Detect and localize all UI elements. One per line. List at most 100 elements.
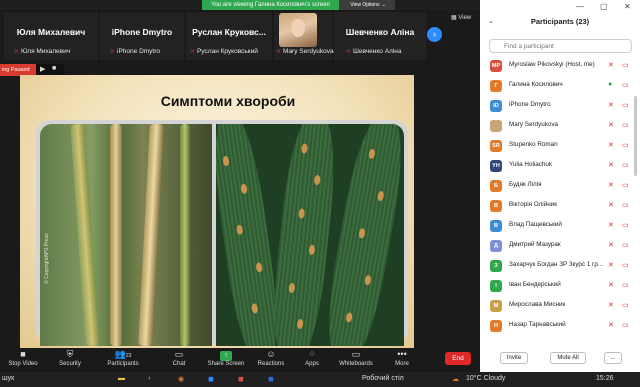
participant-row[interactable]: MP Myroslaw Pikovskyi (Host, me) ✕ ▭ [480,58,640,78]
mic-muted-icon[interactable]: ✕ [608,161,614,169]
share-banner: You are viewing Галина Косилович's scree… [202,0,339,10]
gallery-tile[interactable]: Шевченко Аліна ✕ Шевченко Аліна [334,12,426,60]
more-toolbar-button[interactable]: ••• More [379,349,425,367]
scrollbar[interactable] [634,96,637,176]
mic-muted-icon[interactable]: ✕ [608,261,614,269]
clock[interactable]: 15:26 [596,375,614,382]
video-off-icon[interactable]: ▭ [622,261,629,269]
mute-all-button[interactable]: Mute All [550,352,586,364]
video-off-icon[interactable]: ▭ [622,321,629,329]
apps-button[interactable]: ⁘ Apps [289,349,335,367]
participant-row[interactable]: І Іван Бендерський ✕ ▭ [480,278,640,298]
mic-muted-icon[interactable]: ✕ [608,141,614,149]
mic-muted-icon[interactable]: ✕ [608,101,614,109]
whiteboards-button[interactable]: ▭ Whiteboards [333,349,379,367]
participant-row[interactable]: З Захарчук Богдан ЗР 3курс 1 гр... ✕ ▭ [480,258,640,278]
participant-name: Yulia Holiachuk [509,161,553,168]
mic-active-icon[interactable]: ● [608,81,612,88]
zoom-icon[interactable]: ◼ [208,375,214,383]
participant-name: Дмитрий Мазурак [509,241,561,248]
end-button[interactable]: End [445,352,471,365]
invite-button[interactable]: Invite [500,352,528,364]
video-off-icon[interactable]: ▭ [622,121,629,129]
video-off-icon[interactable]: ▭ [622,101,629,109]
gallery-tile[interactable]: iPhone Dmytro ✕ iPhone Dmytro [100,12,184,60]
reactions-label: Reactions [257,361,285,367]
participant-name: Myroslaw Pikovskyi (Host, me) [509,61,595,68]
participant-row[interactable]: Н Назар Тарнавський ✕ ▭ [480,318,640,338]
participant-row[interactable]: Д Дмитрий Мазурак ✕ ▭ [480,238,640,258]
reactions-button[interactable]: ☺ Reactions [248,349,294,367]
video-off-icon[interactable]: ▭ [622,61,629,69]
participants-button[interactable]: 👥23 Participants [100,349,146,367]
minimize-icon[interactable]: — [576,2,584,11]
avatar: Н [490,320,502,332]
folder-icon[interactable]: ▬ [118,375,125,382]
mic-muted-icon[interactable]: ✕ [608,121,614,129]
mic-muted-icon[interactable]: ✕ [608,321,614,329]
chat-label: Chat [172,361,186,367]
video-off-icon[interactable]: ▭ [622,301,629,309]
mic-muted-icon[interactable]: ✕ [608,61,614,69]
participant-row[interactable]: Mary Serdyukova ✕ ▭ [480,118,640,138]
video-off-icon[interactable]: ▭ [622,241,629,249]
weather-label[interactable]: 10°C Cloudy [466,375,505,382]
participant-row[interactable]: YH Yulia Holiachuk ✕ ▭ [480,158,640,178]
gallery-tile[interactable]: Юля Михалевич ✕ Юля Михалевич [4,12,98,60]
whiteboards-label: Whiteboards [339,361,373,367]
video-off-icon[interactable]: ▭ [622,281,629,289]
maximize-icon[interactable]: ▢ [600,2,608,11]
video-off-icon[interactable]: ▭ [622,221,629,229]
search-input[interactable] [489,39,632,53]
stop-video-label: Stop Video [8,361,38,367]
next-page-icon[interactable]: › [427,27,442,42]
avatar: Б [490,180,502,192]
mic-muted-icon[interactable]: ✕ [608,221,614,229]
view-button[interactable]: ▦ View [451,14,471,21]
participant-row[interactable]: Б Будяк Лілія ✕ ▭ [480,178,640,198]
video-off-icon[interactable]: ▭ [622,181,629,189]
video-off-icon[interactable]: ▭ [622,201,629,209]
tile-name: Юля Михалевич [16,27,86,37]
more-button[interactable]: ... [604,352,622,364]
mic-muted-icon[interactable]: ✕ [608,241,614,249]
powerpoint-icon[interactable]: ◼ [238,375,244,383]
chat-button[interactable]: ▭ Chat [156,349,202,367]
edge-icon[interactable]: ◐ [148,375,152,382]
participant-row[interactable]: В Влад Пащевський ✕ ▭ [480,218,640,238]
tile-name: iPhone Dmytro [111,27,173,37]
participant-name: Mary Serdyukova [509,121,558,128]
mic-muted-icon[interactable]: ✕ [608,301,614,309]
participant-row[interactable]: SR Stupenko Roman ✕ ▭ [480,138,640,158]
video-off-icon[interactable]: ▭ [622,81,629,89]
stem [180,124,190,346]
close-icon[interactable]: ✕ [624,2,631,11]
avatar: Д [490,240,502,252]
tile-sub: ✕ Руслан Круковський [190,48,258,55]
play-icon[interactable]: ▶ [40,65,45,73]
mic-muted-icon[interactable]: ✕ [608,181,614,189]
slide-title: Симптоми хвороби [160,93,296,109]
taskbar-search[interactable]: шук [2,375,14,382]
chrome-icon[interactable]: ◉ [178,375,184,383]
mic-muted-icon: ✕ [190,49,196,55]
video-off-icon[interactable]: ▭ [622,141,629,149]
mic-muted-icon[interactable]: ✕ [608,281,614,289]
participant-row[interactable]: М Мирослава Мисник ✕ ▭ [480,298,640,318]
desktop-label[interactable]: Робочий стіл [362,375,404,382]
participant-row[interactable]: Г Галина Косилович ● ▭ [480,78,640,98]
share-screen-button[interactable]: ↑ Share Screen [203,349,249,367]
stop-icon[interactable]: ■ [52,65,56,72]
apps-icon: ⁘ [308,349,316,359]
mic-muted-icon[interactable]: ✕ [608,201,614,209]
gallery-tile[interactable]: Руслан Круковс... ✕ Руслан Круковський [186,12,272,60]
video-off-icon[interactable]: ▭ [622,161,629,169]
stop-video-button[interactable]: ■ Stop Video [0,349,46,367]
view-options-button[interactable]: View Options ⌄ [339,0,395,10]
word-icon[interactable]: ◼ [268,375,274,383]
security-button[interactable]: ⛨ Security [47,349,93,367]
mic-muted-icon: ✕ [346,49,352,55]
participant-row[interactable]: ID iPhone Dmytro ✕ ▭ [480,98,640,118]
participant-row[interactable]: В Вікторія Олійник ✕ ▭ [480,198,640,218]
avatar: Г [490,80,502,92]
